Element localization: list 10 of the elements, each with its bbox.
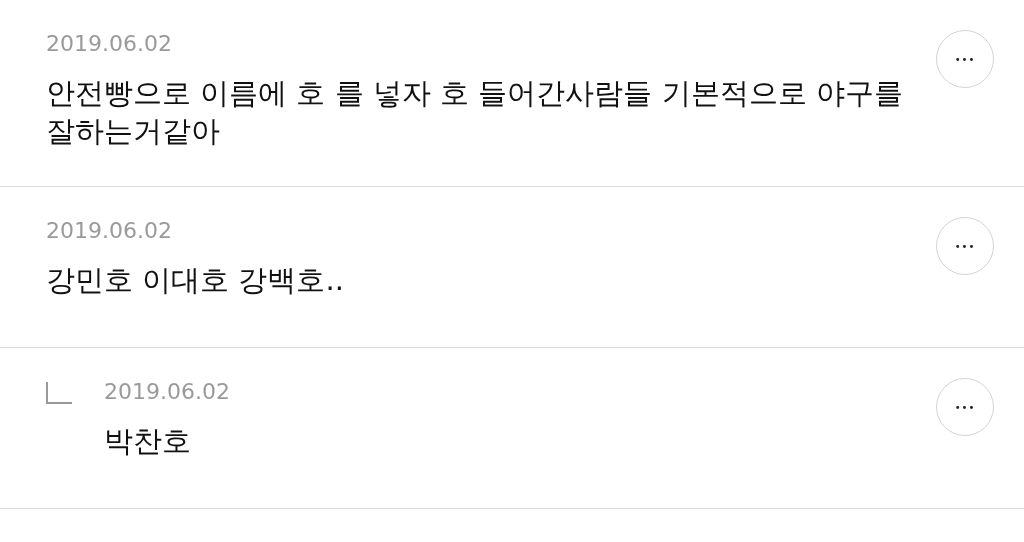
comment-text: 안전빵으로 이름에 호 를 넣자 호 들어간사람들 기본적으로 야구를 잘하는거같아 [46, 75, 904, 150]
comment-text: 박찬호 [104, 423, 192, 460]
more-button[interactable]: ••• [936, 378, 994, 436]
more-button[interactable]: ••• [936, 217, 994, 275]
comment-date: 2019.06.02 [104, 378, 231, 406]
more-button[interactable]: ••• [936, 30, 994, 88]
comment-text: 강민호 이대호 강백호.. [46, 262, 345, 299]
comment-date: 2019.06.02 [46, 30, 173, 58]
reply-indent-icon [46, 382, 72, 404]
comment-date: 2019.06.02 [46, 217, 173, 245]
